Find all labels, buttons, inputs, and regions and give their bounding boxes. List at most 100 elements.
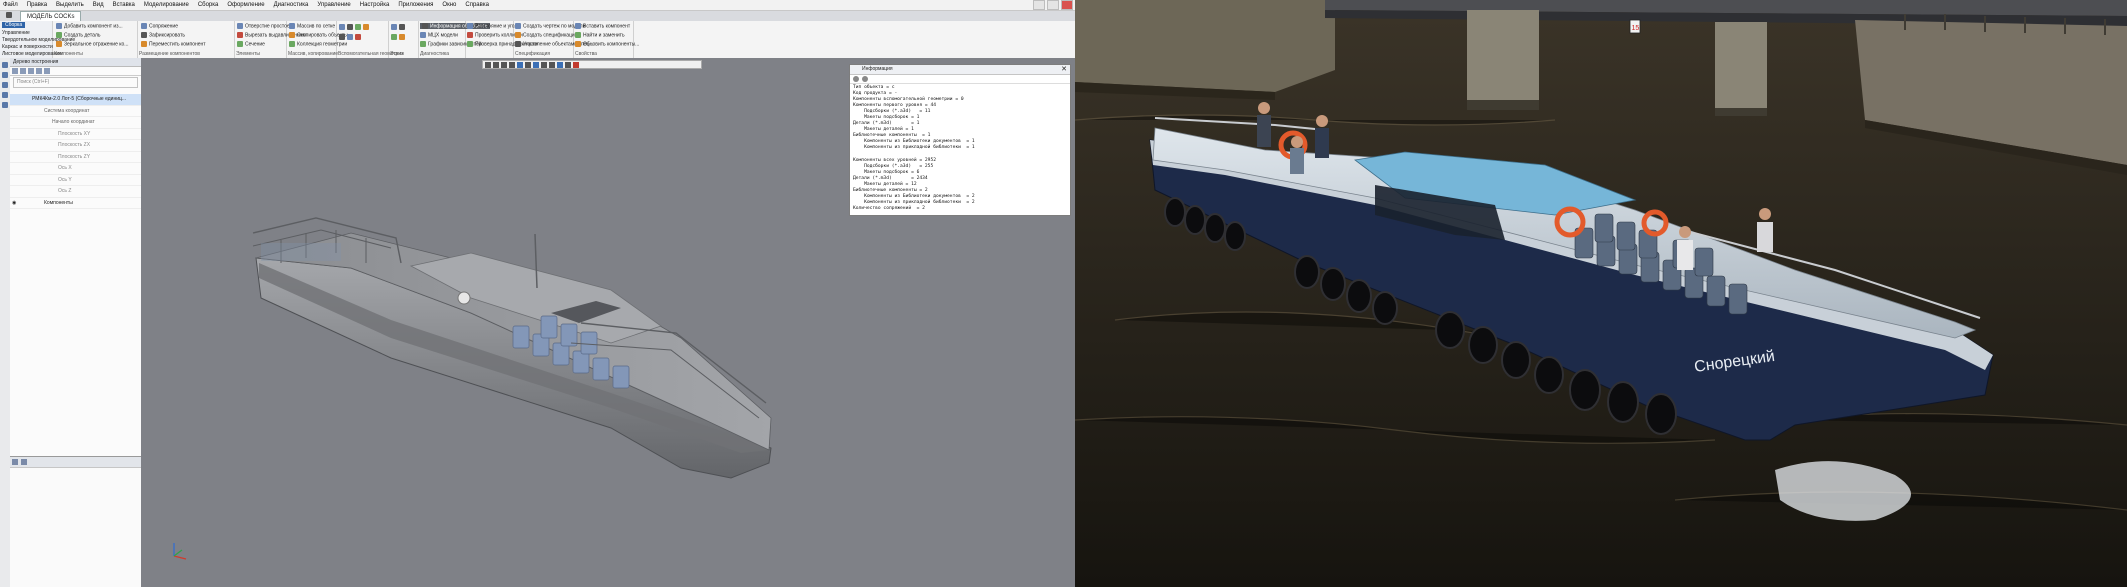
mirror-component-button[interactable]: Зеркальное отражение ко... bbox=[56, 41, 128, 47]
menu-item-modeling[interactable]: Моделирование bbox=[144, 2, 189, 8]
eye-icon[interactable]: ◉ bbox=[12, 198, 16, 209]
document-tab[interactable]: МОДЕЛЬ COCKs bbox=[20, 10, 82, 22]
group-label-specification: Спецификация bbox=[515, 51, 551, 57]
info-copy-icon[interactable] bbox=[853, 76, 859, 82]
distance-angle-label: Расстояние и угол bbox=[475, 23, 518, 30]
pan-icon[interactable] bbox=[509, 61, 515, 68]
aux-tool-1[interactable] bbox=[339, 24, 371, 30]
close-button[interactable] bbox=[1061, 0, 1073, 10]
tree-row-components[interactable]: ◉ Компоненты bbox=[10, 198, 141, 209]
zoom-icon[interactable] bbox=[485, 61, 491, 68]
properties-icon[interactable] bbox=[2, 92, 8, 98]
menu-item-design[interactable]: Оформление bbox=[227, 2, 264, 8]
tree-title: Дерево построения bbox=[10, 58, 141, 67]
menu-item-select[interactable]: Выделить bbox=[56, 2, 84, 8]
sketch-tool-2[interactable] bbox=[391, 34, 407, 40]
create-part-icon bbox=[56, 32, 62, 38]
section-view-icon[interactable] bbox=[541, 61, 547, 68]
menu-item-apps[interactable]: Приложения bbox=[398, 2, 433, 8]
menu-item-diagnostics[interactable]: Диагностика bbox=[274, 2, 309, 8]
section-button[interactable]: Сечение bbox=[237, 41, 265, 47]
visibility-icon[interactable] bbox=[565, 61, 571, 68]
display-mode-icon[interactable] bbox=[525, 61, 531, 68]
layers-icon[interactable] bbox=[2, 72, 8, 78]
update-components-button[interactable]: Обновить компоненты... bbox=[575, 41, 639, 47]
tree-row-plane-zx[interactable]: Плоскость ZX bbox=[10, 140, 141, 152]
find-replace-button[interactable]: Найти и заменить bbox=[575, 32, 625, 38]
filters-icon[interactable] bbox=[2, 82, 8, 88]
section-label: Сечение bbox=[245, 41, 265, 48]
collapse-icon[interactable] bbox=[36, 68, 42, 74]
structure-icon[interactable] bbox=[20, 68, 26, 74]
tree-row-axis-y[interactable]: Ось Y bbox=[10, 175, 141, 186]
panel-icon-2[interactable] bbox=[21, 459, 27, 465]
distance-angle-button[interactable]: Расстояние и угол bbox=[467, 23, 517, 29]
group-label-sketch: Эскиз bbox=[390, 51, 404, 57]
mode-tab-assembly[interactable]: Сборка bbox=[2, 22, 26, 28]
tree-row-label: Плоскость ZX bbox=[58, 142, 91, 148]
minimize-button[interactable] bbox=[1033, 0, 1045, 10]
mode-tab-manage[interactable]: Управление bbox=[2, 30, 30, 36]
mass-properties-button[interactable]: МЦХ модели bbox=[420, 32, 458, 38]
aux-tool-2[interactable] bbox=[339, 34, 363, 40]
filter-view-icon[interactable] bbox=[557, 61, 563, 68]
pencil-icon bbox=[399, 24, 405, 30]
list-icon bbox=[515, 41, 521, 47]
mate-button[interactable]: Сопряжение bbox=[141, 23, 178, 29]
insert-icon bbox=[575, 23, 581, 29]
info-settings-icon[interactable] bbox=[862, 76, 868, 82]
create-part-label: Создать деталь bbox=[64, 32, 101, 39]
library-icon[interactable] bbox=[2, 102, 8, 108]
close-icon[interactable]: ✕ bbox=[1061, 65, 1067, 74]
shading-icon[interactable] bbox=[533, 61, 539, 68]
menu-item-settings[interactable]: Настройка bbox=[360, 2, 390, 8]
tree-row-axis-z[interactable]: Ось Z bbox=[10, 186, 141, 198]
river-scene: 15 Снорецкий bbox=[1075, 0, 2127, 587]
home-tab[interactable] bbox=[0, 11, 20, 21]
info-text: Тип объекта = с Код продукта = - Компоне… bbox=[853, 85, 975, 211]
pin-icon bbox=[141, 32, 147, 38]
tree-rows: РМК4Км-2.0 Лот-5 (Сборочные единиц... Си… bbox=[10, 94, 141, 209]
menu-item-window[interactable]: Окно bbox=[442, 2, 456, 8]
menu-item-manage[interactable]: Управление bbox=[317, 2, 350, 8]
menu-item-edit[interactable]: Правка bbox=[27, 2, 47, 8]
fix-button[interactable]: Зафиксировать bbox=[141, 32, 185, 38]
menu-item-help[interactable]: Справка bbox=[465, 2, 489, 8]
menu-item-assembly[interactable]: Сборка bbox=[198, 2, 219, 8]
ruler-icon bbox=[467, 23, 473, 29]
ribbon-group-aux-geometry: Вспомогательная геометрия bbox=[336, 21, 404, 58]
move-component-button[interactable]: Переместить компонент bbox=[141, 41, 206, 47]
tree-search-input[interactable]: Поиск (Ctrl+F) bbox=[13, 77, 138, 88]
maximize-button[interactable] bbox=[1047, 0, 1059, 10]
grid-array-button[interactable]: Массив по сетке bbox=[289, 23, 335, 29]
expand-icon[interactable] bbox=[28, 68, 34, 74]
tree-row-origin[interactable]: Начало координат bbox=[10, 117, 141, 129]
insert-component-button[interactable]: Вставить компонент bbox=[575, 23, 630, 29]
rotate-icon[interactable] bbox=[501, 61, 507, 68]
sort-icon[interactable] bbox=[44, 68, 50, 74]
perspective-icon[interactable] bbox=[549, 61, 555, 68]
create-spec-button[interactable]: Создать спецификацию bbox=[515, 32, 578, 38]
group-label-placement: Размещение компонентов bbox=[139, 51, 200, 57]
tree-row-plane-xy[interactable]: Плоскость XY bbox=[10, 129, 141, 140]
menu-item-file[interactable]: Файл bbox=[3, 2, 18, 8]
add-component-button[interactable]: Добавить компонент из... bbox=[56, 23, 123, 29]
filter-icon[interactable] bbox=[12, 68, 18, 74]
tree-row-root[interactable]: РМК4Км-2.0 Лот-5 (Сборочные единиц... bbox=[10, 94, 141, 106]
panel-icon[interactable] bbox=[12, 459, 18, 465]
zoom-fit-icon[interactable] bbox=[493, 61, 499, 68]
view-orientation-icon[interactable] bbox=[517, 61, 523, 68]
group-label-properties: Свойства bbox=[575, 51, 597, 57]
tree-row-axis-x[interactable]: Ось X bbox=[10, 163, 141, 175]
stop-icon[interactable] bbox=[573, 61, 579, 68]
tree-row-label: Система координат bbox=[44, 107, 90, 114]
menu-item-view[interactable]: Вид bbox=[93, 2, 104, 8]
tree-row-coordinate-system[interactable]: Система координат bbox=[10, 106, 141, 117]
sketch-tool[interactable] bbox=[391, 24, 407, 30]
hole-button[interactable]: Отверстие простое bbox=[237, 23, 290, 29]
menu-item-insert[interactable]: Вставка bbox=[113, 2, 135, 8]
tree-panel-icon[interactable] bbox=[2, 62, 8, 68]
create-part-button[interactable]: Создать деталь bbox=[56, 32, 100, 38]
tree-row-plane-zy[interactable]: Плоскость ZY bbox=[10, 152, 141, 163]
mode-tab-surfaces[interactable]: Каркас и поверхности bbox=[2, 44, 53, 50]
